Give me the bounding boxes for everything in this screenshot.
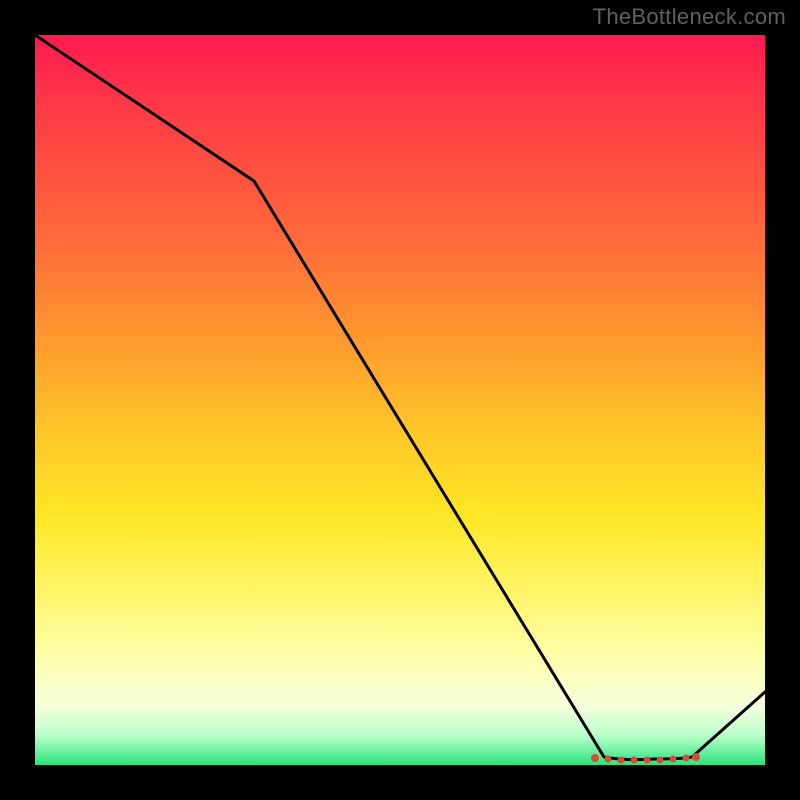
bottom-marker-cluster (591, 753, 700, 764)
chart-svg (35, 35, 765, 765)
bottleneck-curve (35, 35, 765, 760)
chart-frame: TheBottleneck.com (0, 0, 800, 800)
watermark-text: TheBottleneck.com (593, 4, 786, 30)
plot-area (35, 35, 765, 765)
